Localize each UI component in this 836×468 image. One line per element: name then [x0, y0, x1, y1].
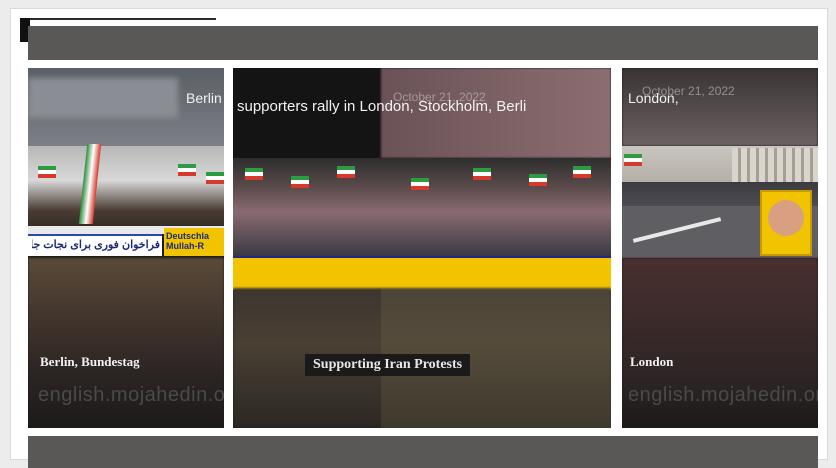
flag-icon: [206, 172, 224, 184]
flag-icon: [337, 166, 355, 178]
image-tile-london[interactable]: October 21, 2022 London, London english.…: [622, 68, 818, 428]
blurred-header: [622, 68, 818, 146]
flag-icon: [624, 154, 642, 166]
sign-text: Deutschla Mullah-R: [166, 231, 210, 251]
site-watermark: english.mojahedin.org/: [628, 384, 818, 406]
flag-icon: [411, 178, 429, 190]
image-tile-main[interactable]: October 21, 2022 supporters rally in Lon…: [233, 68, 611, 428]
tile-top-label: Berlin: [186, 90, 222, 106]
placard-portrait: [768, 200, 804, 236]
flag-icon: [178, 164, 196, 176]
photo-rally: [233, 158, 611, 256]
photo-building: [732, 148, 818, 182]
tile-caption: London: [630, 354, 674, 369]
photo-crowd: [28, 146, 224, 232]
yellow-banner: [233, 256, 611, 290]
image-tile-berlin[interactable]: Berlin فراخوان فوری برای نجات جان ز Deut…: [28, 68, 224, 428]
corner-rule: [30, 18, 216, 20]
top-bar: [28, 26, 818, 60]
tile-top-label: London,: [628, 90, 679, 106]
tile-caption: Berlin, Bundestag: [40, 354, 140, 369]
flag-icon: [291, 176, 309, 188]
flag-icon: [245, 168, 263, 180]
flag-icon: [38, 166, 56, 178]
flag-icon: [473, 168, 491, 180]
site-watermark: english.mojahedin.org/: [38, 384, 224, 406]
protest-badge: Supporting Iran Protests: [305, 354, 471, 376]
blur-patch: [28, 78, 178, 118]
flag-icon: [529, 174, 547, 186]
flag-icon: [573, 166, 591, 178]
tile-heading: supporters rally in London, Stockholm, B…: [237, 98, 527, 115]
bottom-bar: [28, 436, 818, 468]
banner-text: فراخوان فوری برای نجات جان ز: [32, 239, 160, 251]
